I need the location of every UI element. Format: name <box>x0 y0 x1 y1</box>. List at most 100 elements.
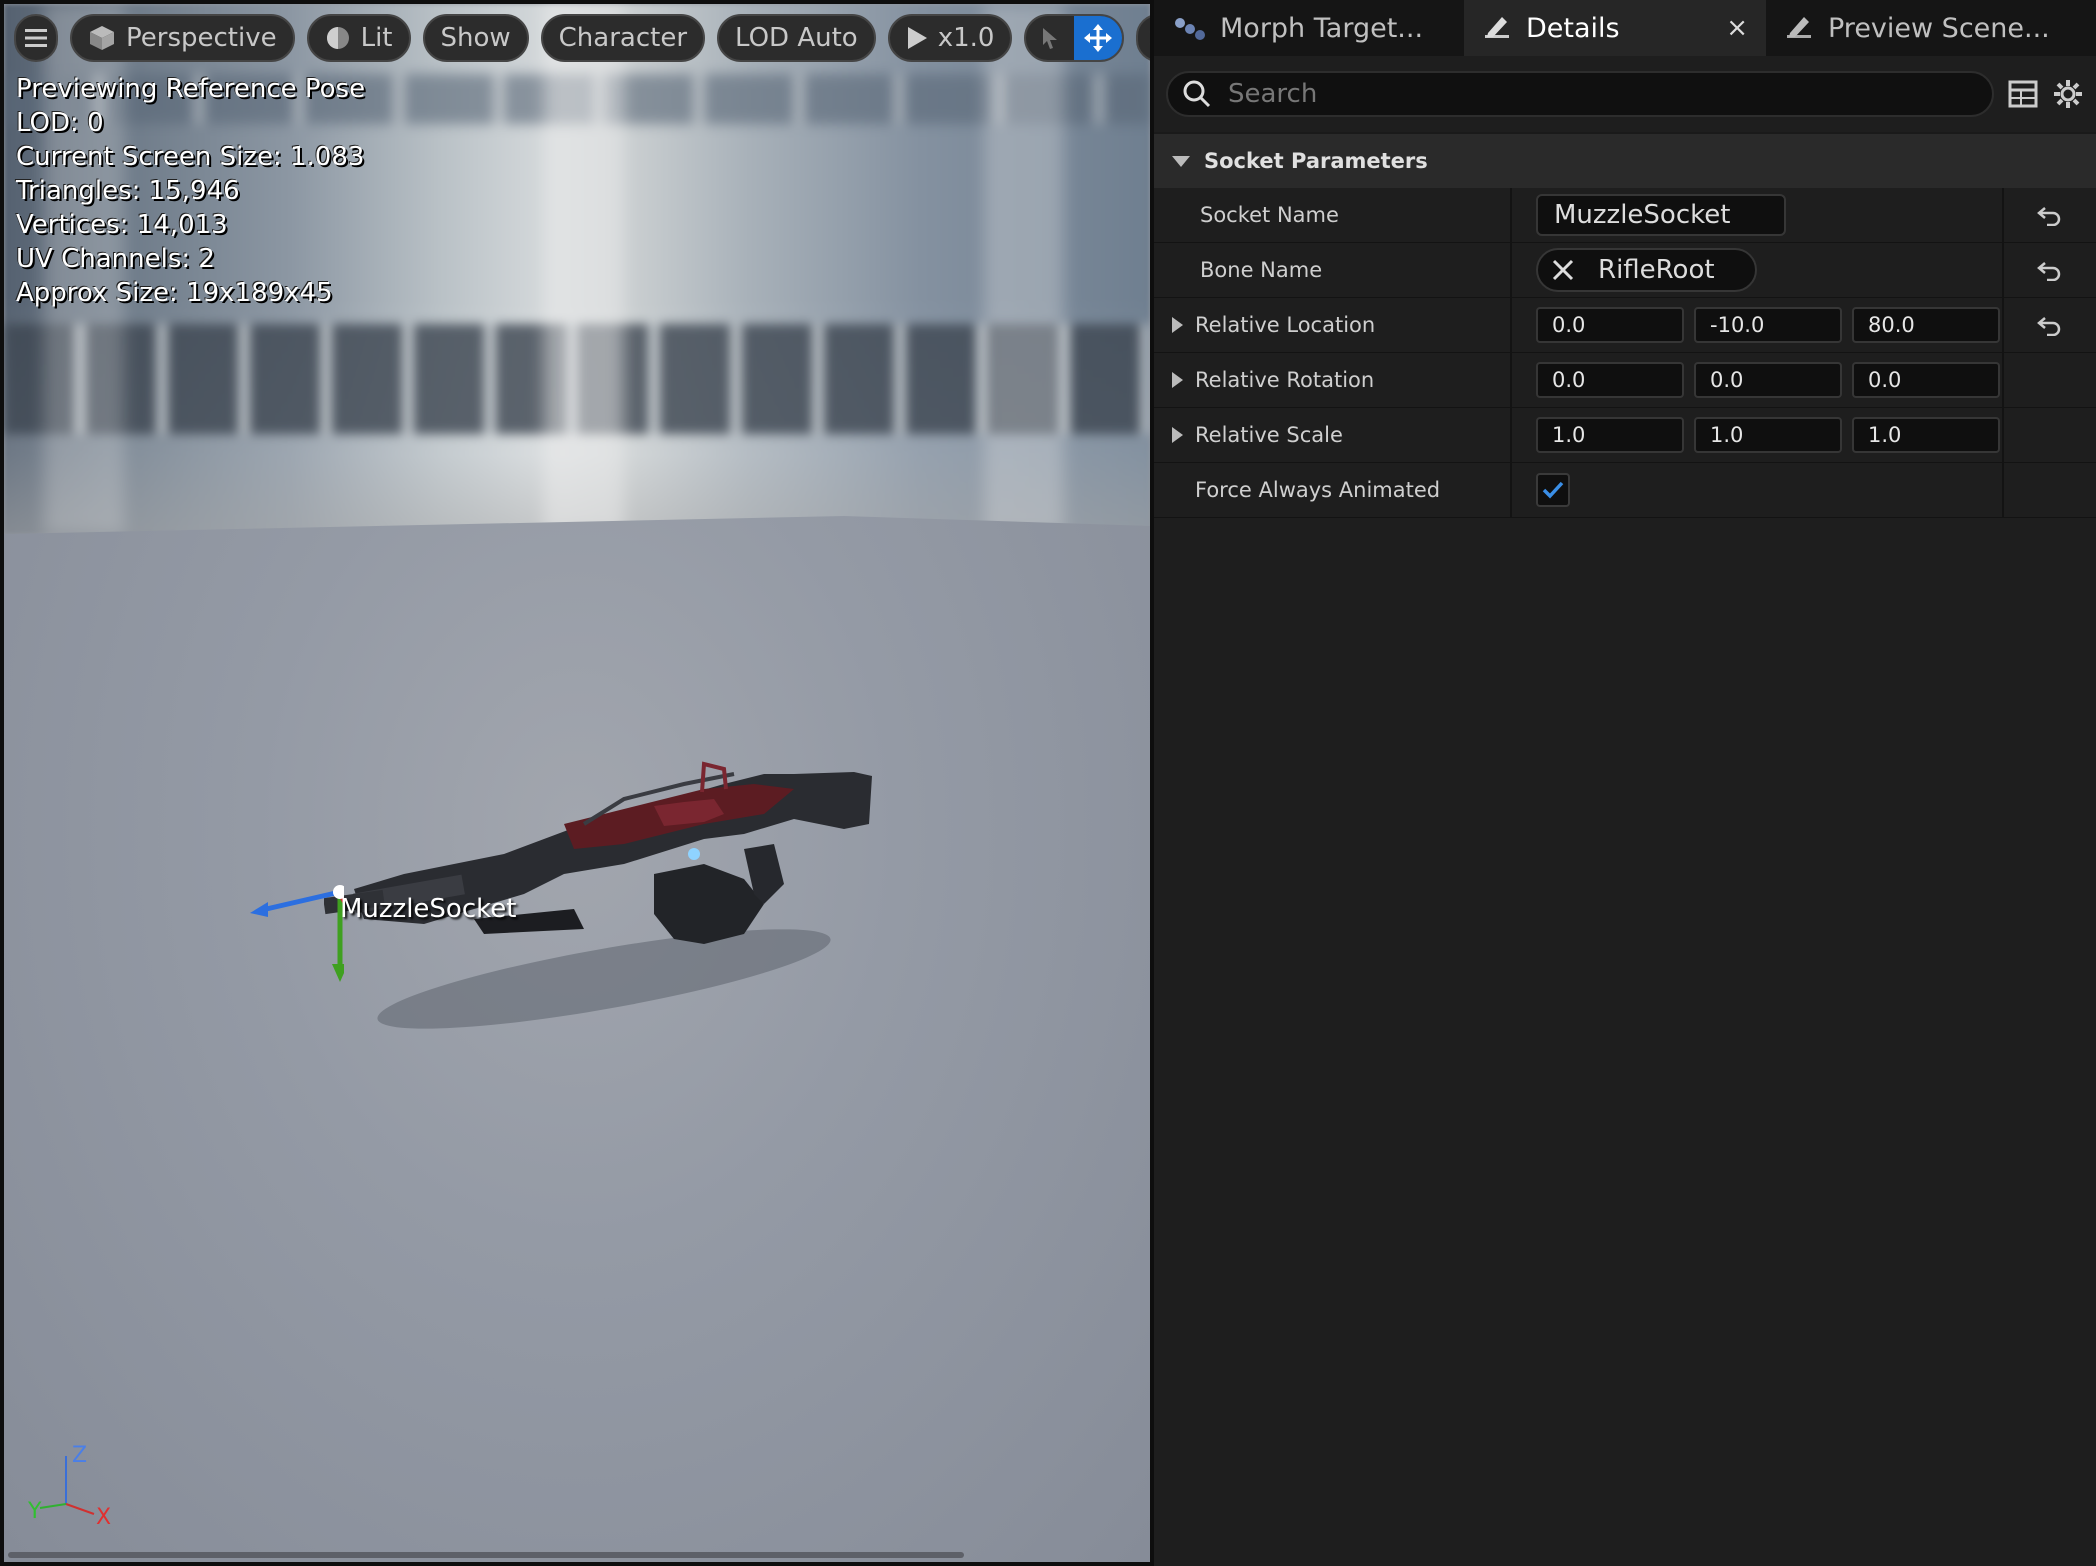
reset-cell <box>2004 408 2096 462</box>
search-box[interactable] <box>1166 71 1994 117</box>
stat-line: Previewing Reference Pose <box>16 74 366 104</box>
location-x-field[interactable]: 0.0 <box>1536 307 1684 343</box>
stat-line: Current Screen Size: 1.083 <box>16 142 365 172</box>
stat-line: Triangles: 15,946 <box>16 176 240 206</box>
details-panel: Morph Target... Details × Preview Scene.… <box>1154 0 2096 1566</box>
reset-cell <box>2004 353 2096 407</box>
details-pencil-icon <box>1485 17 1509 38</box>
move-arrows-icon <box>1084 24 1113 52</box>
stat-line: LOD: 0 <box>16 108 104 138</box>
property-name: Bone Name <box>1154 243 1512 297</box>
rotation-x-field[interactable]: 0.0 <box>1536 362 1684 398</box>
section-title: Socket Parameters <box>1204 149 1428 173</box>
reset-to-default-icon[interactable] <box>2037 259 2063 281</box>
gear-icon[interactable] <box>2052 78 2084 110</box>
lod-label: LOD Auto <box>735 23 858 53</box>
clear-x-icon[interactable] <box>1550 257 1576 283</box>
scale-x-field[interactable]: 1.0 <box>1536 417 1684 453</box>
reset-cell <box>2004 463 2096 517</box>
tab-label: Preview Scene... <box>1828 12 2050 44</box>
close-icon[interactable]: × <box>1666 13 1748 43</box>
location-z-field[interactable]: 80.0 <box>1852 307 2000 343</box>
property-label: Relative Location <box>1195 313 1376 337</box>
perspective-button[interactable]: Perspective <box>70 14 295 62</box>
search-input[interactable] <box>1226 78 1978 110</box>
rotation-z-field[interactable]: 0.0 <box>1852 362 2000 398</box>
background-pillar <box>544 4 624 534</box>
toolbar-overflow-button[interactable] <box>1136 14 1150 62</box>
bone-name-combo[interactable]: RifleRoot <box>1536 248 1757 292</box>
checkmark-icon <box>1542 481 1564 499</box>
location-y-field[interactable]: -10.0 <box>1694 307 1842 343</box>
cube-icon <box>90 26 114 50</box>
translate-mode-button[interactable] <box>1074 16 1123 60</box>
show-label: Show <box>440 23 511 53</box>
property-row-relative-scale: Relative Scale 1.0 1.0 1.0 <box>1154 408 2096 463</box>
axis-x-label: X <box>96 1505 111 1530</box>
hamburger-icon <box>25 29 47 47</box>
playback-speed-button[interactable]: x1.0 <box>887 14 1013 62</box>
reset-to-default-icon[interactable] <box>2037 204 2063 226</box>
lit-button[interactable]: Lit <box>306 14 411 62</box>
property-name[interactable]: Relative Rotation <box>1154 353 1512 407</box>
viewport-menu-button[interactable] <box>14 14 58 62</box>
force-always-animated-checkbox[interactable] <box>1536 473 1570 507</box>
property-value <box>1512 463 2004 517</box>
property-value: RifleRoot <box>1512 243 2004 297</box>
preview-scene-pencil-icon <box>1787 17 1811 38</box>
property-label: Force Always Animated <box>1195 478 1441 502</box>
expand-arrow-icon[interactable] <box>1172 427 1183 443</box>
property-value: 0.0 -10.0 80.0 <box>1512 298 2004 352</box>
reset-cell <box>2004 243 2096 297</box>
property-row-bone-name: Bone Name RifleRoot <box>1154 243 2096 298</box>
reset-cell <box>2004 298 2096 352</box>
lod-button[interactable]: LOD Auto <box>717 14 876 62</box>
property-label: Bone Name <box>1200 258 1323 282</box>
property-row-relative-location: Relative Location 0.0 -10.0 80.0 <box>1154 298 2096 353</box>
expand-arrow-icon[interactable] <box>1172 317 1183 333</box>
stat-line: UV Channels: 2 <box>16 244 215 274</box>
socket-label: MuzzleSocket <box>340 894 517 924</box>
viewport[interactable]: MuzzleSocket Perspective Lit Show Charac… <box>0 0 1154 1566</box>
property-name[interactable]: Relative Location <box>1154 298 1512 352</box>
property-name: Socket Name <box>1154 188 1512 242</box>
search-row <box>1154 56 2096 132</box>
socket-name-field[interactable]: MuzzleSocket <box>1536 194 1786 236</box>
expand-arrow-icon[interactable] <box>1172 372 1183 388</box>
reset-to-default-icon[interactable] <box>2037 314 2063 336</box>
tab-label: Details <box>1526 12 1620 44</box>
axis-z-label: Z <box>72 1443 87 1468</box>
transform-mode-group <box>1024 14 1125 62</box>
tab-details[interactable]: Details × <box>1464 0 1766 56</box>
property-value: 1.0 1.0 1.0 <box>1512 408 2004 462</box>
tab-preview-scene[interactable]: Preview Scene... <box>1766 0 2068 56</box>
scale-z-field[interactable]: 1.0 <box>1852 417 2000 453</box>
playback-speed-label: x1.0 <box>937 23 995 53</box>
tab-morph-target[interactable]: Morph Target... <box>1154 0 1464 56</box>
section-socket-parameters[interactable]: Socket Parameters <box>1154 132 2096 188</box>
show-button[interactable]: Show <box>422 14 529 62</box>
lit-sphere-icon <box>326 27 349 49</box>
table-view-icon[interactable] <box>2008 79 2038 109</box>
character-label: Character <box>558 23 688 53</box>
scale-y-field[interactable]: 1.0 <box>1694 417 1842 453</box>
stat-line: Vertices: 14,013 <box>16 210 228 240</box>
play-icon <box>907 27 927 49</box>
select-mode-button[interactable] <box>1026 16 1074 60</box>
socket-transform-gizmo[interactable] <box>244 884 344 994</box>
property-row-socket-name: Socket Name MuzzleSocket <box>1154 188 2096 243</box>
property-value: MuzzleSocket <box>1512 188 2004 242</box>
character-button[interactable]: Character <box>540 14 706 62</box>
perspective-label: Perspective <box>126 23 277 53</box>
search-icon <box>1183 80 1211 108</box>
rotation-y-field[interactable]: 0.0 <box>1694 362 1842 398</box>
property-value: 0.0 0.0 0.0 <box>1512 353 2004 407</box>
viewport-scrollbar[interactable] <box>8 1552 964 1558</box>
background-pillar <box>984 4 1064 534</box>
axis-y-label: Y <box>27 1499 42 1524</box>
property-name: Force Always Animated <box>1154 463 1512 517</box>
property-name[interactable]: Relative Scale <box>1154 408 1512 462</box>
select-cursor-icon <box>1043 28 1058 49</box>
tab-label: Morph Target... <box>1220 12 1424 44</box>
morph-target-icon <box>1175 18 1205 40</box>
